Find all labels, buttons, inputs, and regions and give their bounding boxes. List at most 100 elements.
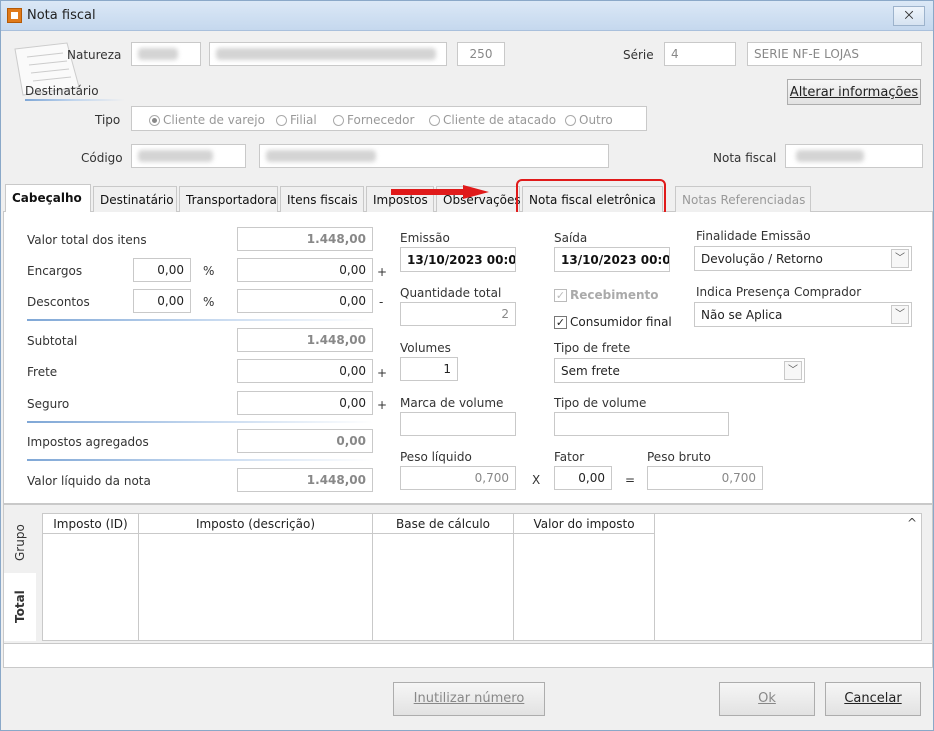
impostos-table: Imposto (ID) Imposto (descrição) Base de… — [42, 513, 922, 641]
serie-desc-field: SERIE NF-E LOJAS — [747, 42, 922, 66]
radio-outro[interactable]: Outro — [565, 113, 613, 127]
seguro-field[interactable]: 0,00 — [237, 391, 373, 415]
plus-symbol: + — [377, 398, 388, 412]
emissao-label: Emissão — [400, 231, 450, 245]
table-column — [373, 534, 514, 640]
finalidade-emissao-dropdown[interactable]: Devolução / Retorno ﹀ — [694, 246, 912, 271]
radio-label: Cliente de atacado — [443, 113, 557, 127]
natureza-number-field: 250 — [457, 42, 505, 66]
checkbox-box: ✓ — [554, 315, 567, 329]
tab-notas-referenciadas[interactable]: Notas Referenciadas — [675, 186, 811, 212]
impostos-agregados-field: 0,00 — [237, 429, 373, 453]
saida-label: Saída — [554, 231, 588, 245]
descontos-pct-field[interactable]: 0,00 — [133, 289, 191, 313]
encargos-pct-field[interactable]: 0,00 — [133, 258, 191, 282]
destinatario-separator — [25, 99, 125, 101]
tipo-volume-label: Tipo de volume — [554, 396, 647, 410]
subtotal-separator — [27, 319, 373, 321]
close-button[interactable]: ⨉ — [893, 6, 925, 26]
table-column — [139, 534, 373, 640]
annotation-arrow-icon — [391, 185, 489, 199]
plus-symbol: + — [377, 265, 388, 279]
nota-fiscal-label: Nota fiscal — [713, 151, 777, 165]
finalidade-emissao-value: Devolução / Retorno — [701, 252, 823, 266]
natureza-code-field[interactable] — [131, 42, 201, 66]
finalidade-emissao-label: Finalidade Emissão — [696, 229, 811, 243]
serie-field[interactable]: 4 — [664, 42, 736, 66]
radio-cliente-varejo[interactable]: Cliente de varejo — [149, 113, 265, 127]
col-header-base-calculo[interactable]: Base de cálculo — [373, 514, 514, 534]
tab-cabecalho[interactable]: Cabeçalho — [5, 184, 91, 213]
marca-volume-label: Marca de volume — [400, 396, 504, 410]
impostos-bottom-panel: Grupo Total Imposto (ID) Imposto (descri… — [3, 504, 933, 644]
quantidade-total-label: Quantidade total — [400, 286, 502, 300]
col-header-valor-imposto[interactable]: Valor do imposto — [514, 514, 655, 534]
alterar-informacoes-button[interactable]: Alterar informações — [787, 79, 921, 105]
tab-destinatario[interactable]: Destinatário — [93, 186, 177, 212]
volumes-field[interactable]: 1 — [400, 357, 458, 381]
radio-label: Fornecedor — [347, 113, 415, 127]
presenca-comprador-label: Indica Presença Comprador — [696, 285, 862, 299]
serie-label: Série — [623, 48, 654, 62]
inutilizar-numero-button[interactable]: Inutilizar número — [393, 682, 545, 716]
radio-label: Filial — [290, 113, 317, 127]
tab-itens-fiscais[interactable]: Itens fiscais — [280, 186, 364, 212]
radio-label: Cliente de varejo — [163, 113, 265, 127]
radio-filial[interactable]: Filial — [276, 113, 317, 127]
natureza-desc-field[interactable] — [209, 42, 447, 66]
presenca-comprador-dropdown[interactable]: Não se Aplica ﹀ — [694, 302, 912, 327]
vtab-grupo[interactable]: Grupo — [4, 513, 36, 573]
nota-fiscal-number-field[interactable] — [785, 144, 923, 168]
pct-symbol: % — [203, 264, 215, 278]
radio-dot — [276, 114, 287, 126]
valor-total-label: Valor total dos itens — [27, 233, 147, 247]
peso-bruto-field: 0,700 — [647, 466, 763, 490]
col-header-imposto-id[interactable]: Imposto (ID) — [43, 514, 139, 534]
descontos-value-field[interactable]: 0,00 — [237, 289, 373, 313]
chevron-down-icon: ﹀ — [891, 249, 909, 268]
equals-symbol: = — [625, 473, 636, 487]
quantidade-total-field: 2 — [400, 302, 516, 326]
recebimento-checkbox[interactable]: ✓ Recebimento — [554, 288, 659, 302]
chevron-down-icon: ﹀ — [891, 305, 909, 324]
frete-field[interactable]: 0,00 — [237, 359, 373, 383]
impostos-agregados-label: Impostos agregados — [27, 435, 149, 449]
scroll-up-icon[interactable]: ^ — [907, 516, 917, 530]
col-header-imposto-descricao[interactable]: Imposto (descrição) — [139, 514, 373, 534]
tipo-frete-value: Sem frete — [561, 364, 620, 378]
radio-dot — [333, 114, 344, 126]
table-column — [43, 534, 139, 640]
cancelar-button[interactable]: Cancelar — [825, 682, 921, 716]
consumidor-final-checkbox[interactable]: ✓ Consumidor final — [554, 315, 672, 329]
app-icon — [7, 8, 22, 23]
multiply-symbol: X — [532, 473, 541, 487]
destinatario-name-field — [259, 144, 609, 168]
peso-bruto-label: Peso bruto — [647, 450, 711, 464]
vtab-total[interactable]: Total — [4, 573, 36, 641]
window-title: Nota fiscal — [27, 8, 96, 23]
radio-label: Outro — [579, 113, 613, 127]
encargos-value-field[interactable]: 0,00 — [237, 258, 373, 282]
descontos-label: Descontos — [27, 295, 90, 309]
radio-cliente-atacado[interactable]: Cliente de atacado — [429, 113, 556, 127]
codigo-field[interactable] — [131, 144, 246, 168]
frete-label: Frete — [27, 365, 58, 379]
status-strip — [3, 644, 933, 668]
impostos-separator — [27, 421, 373, 423]
destinatario-label: Destinatário — [25, 84, 99, 98]
emissao-field[interactable]: 13/10/2023 00:0 — [400, 247, 516, 272]
radio-fornecedor[interactable]: Fornecedor — [333, 113, 414, 127]
ok-button[interactable]: Ok — [719, 682, 815, 716]
natureza-label: Natureza — [67, 48, 122, 62]
peso-liquido-label: Peso líquido — [400, 450, 472, 464]
marca-volume-field[interactable] — [400, 412, 516, 436]
tipo-volume-field[interactable] — [554, 412, 729, 436]
saida-field[interactable]: 13/10/2023 00:0 — [554, 247, 670, 272]
tipo-label: Tipo — [95, 113, 121, 127]
fator-field[interactable]: 0,00 — [554, 466, 612, 490]
tab-transportadora[interactable]: Transportadora — [179, 186, 278, 212]
valor-liquido-label: Valor líquido da nota — [27, 474, 151, 488]
codigo-label: Código — [81, 151, 123, 165]
tipo-frete-dropdown[interactable]: Sem frete ﹀ — [554, 358, 805, 383]
valor-total-field: 1.448,00 — [237, 227, 373, 251]
